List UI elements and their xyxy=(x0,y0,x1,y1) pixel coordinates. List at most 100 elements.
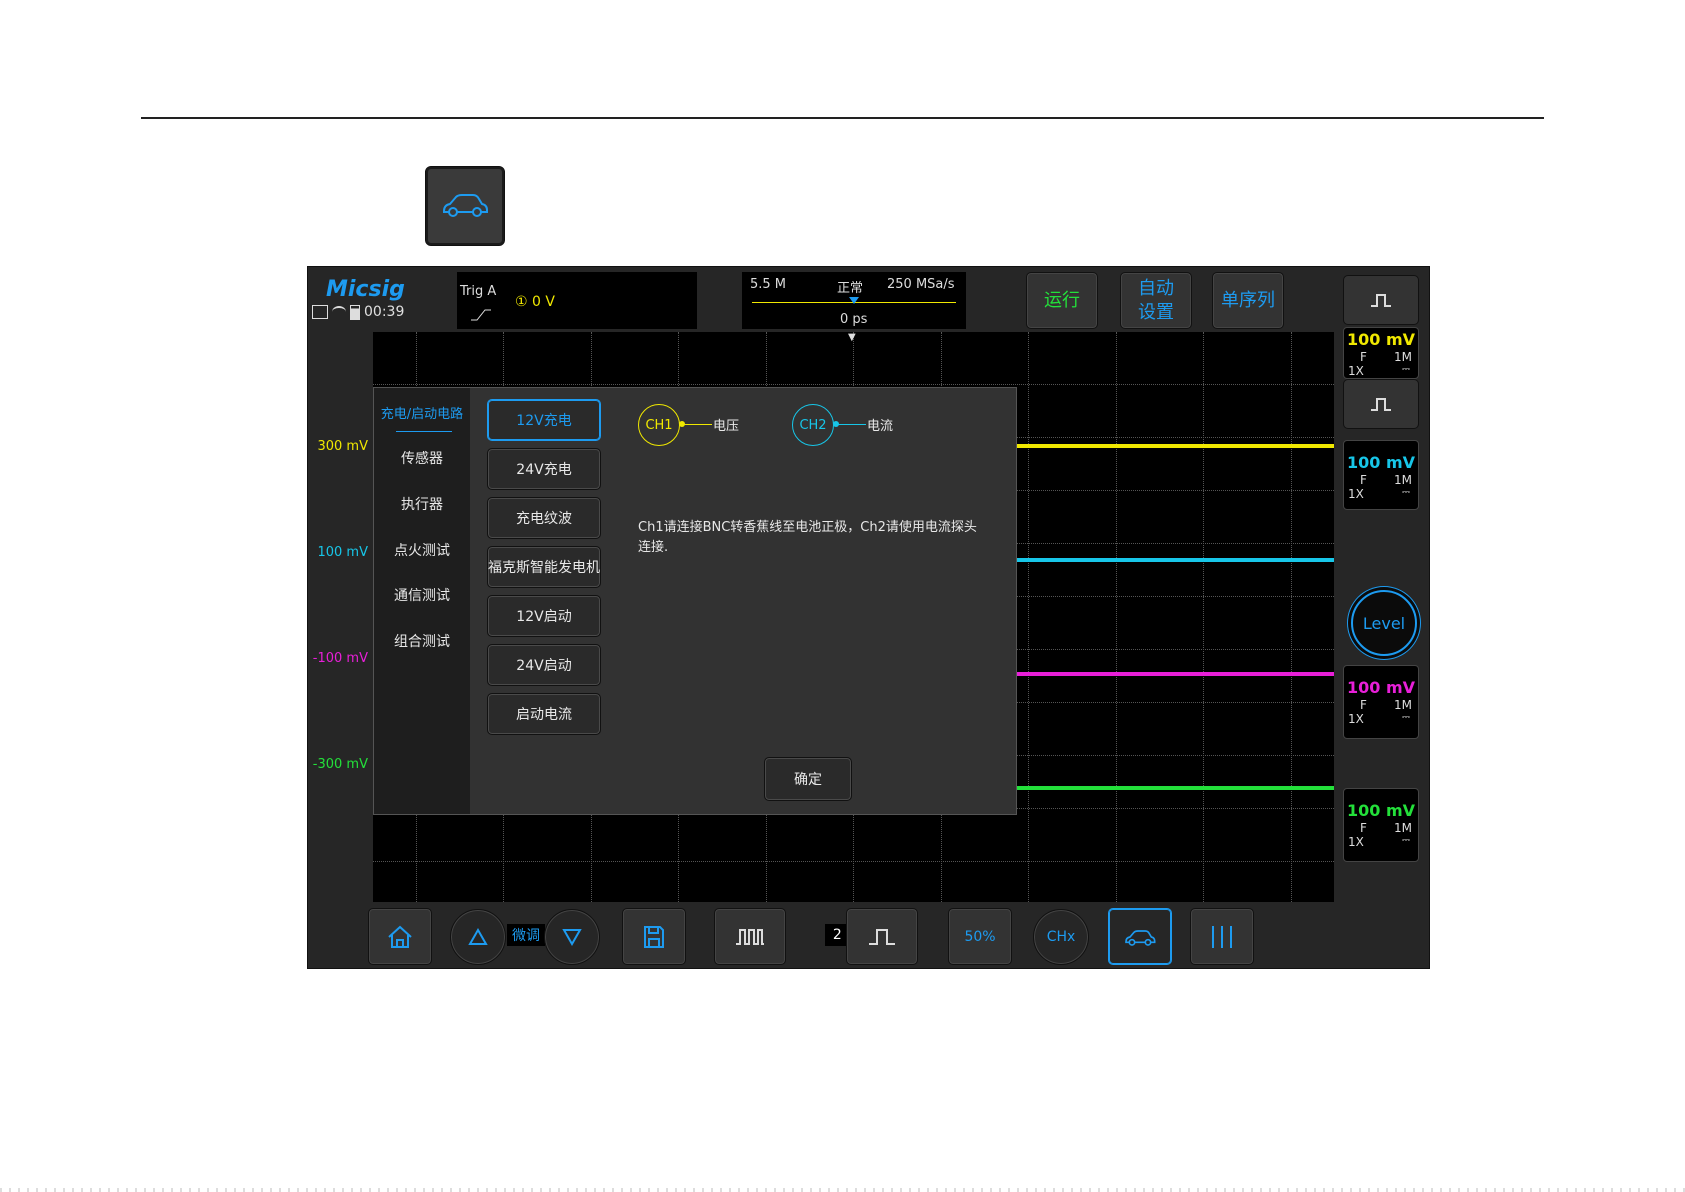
pulse-icon xyxy=(1371,398,1391,411)
option-ford-smart-alternator[interactable]: 福克斯智能发电机 xyxy=(487,546,601,588)
car-mode-key[interactable] xyxy=(425,166,505,246)
car-icon xyxy=(1125,929,1156,946)
channel-probe: 1X xyxy=(1348,712,1364,726)
category-charging-starting[interactable]: 充电/启动电路 xyxy=(374,403,470,422)
voltage-label: 100 mV xyxy=(317,545,368,560)
fifty-percent-button[interactable]: 50% xyxy=(948,908,1012,965)
time-position-marker xyxy=(849,297,859,304)
timebase-decrease-button[interactable] xyxy=(714,908,786,965)
trigger-label: Trig A xyxy=(460,284,497,299)
trigger-level: ① 0 V xyxy=(515,294,555,310)
trigger-panel[interactable]: Trig A ① 0 V xyxy=(457,272,697,329)
adjust-down-button[interactable] xyxy=(544,909,600,965)
channel-dc-symbol: ⎓ xyxy=(1402,712,1410,723)
auto-test-dialog: 充电/启动电路 传感器 执行器 点火测试 通信测试 组合测试 12V充电 24V… xyxy=(373,387,1017,815)
channel-coupling: F xyxy=(1360,698,1367,712)
brand-logo: Micsig xyxy=(326,277,405,302)
option-12v-charging[interactable]: 12V充电 xyxy=(487,399,601,441)
car-mode-button[interactable] xyxy=(1108,908,1172,965)
connection-instructions: Ch1请连接BNC转香蕉线至电池正极，Ch2请使用电流探头连接. xyxy=(638,520,977,555)
category-active-underline xyxy=(396,431,452,432)
voltage-label: -300 mV xyxy=(312,757,368,772)
channel-probe: 1X xyxy=(1348,487,1364,501)
timebase-increase-button[interactable] xyxy=(846,908,918,965)
oscilloscope-screen: Micsig 00:39 Trig A ① 0 V 5.5 M 正常 250 M… xyxy=(307,266,1430,969)
ch1-connector-line xyxy=(682,424,712,425)
status-bar: 00:39 xyxy=(312,304,404,320)
category-sensor[interactable]: 传感器 xyxy=(374,448,470,468)
channel-probe: 1X xyxy=(1348,835,1364,849)
ch2-pulse-button[interactable] xyxy=(1343,379,1419,429)
auto-setup-label: 自动 设置 xyxy=(1138,277,1174,323)
memory-depth: 5.5 M xyxy=(750,277,787,292)
channel-impedance: 1M xyxy=(1394,698,1412,712)
option-24v-charging[interactable]: 24V充电 xyxy=(487,448,601,490)
wifi-icon xyxy=(332,306,346,318)
ch1-pulse-button[interactable] xyxy=(1343,275,1419,325)
channel-dc-symbol: ⎓ xyxy=(1402,364,1410,375)
channel-select-button[interactable]: CHx xyxy=(1033,909,1089,965)
display-icon xyxy=(312,305,328,319)
triangle-down-icon xyxy=(562,929,582,946)
triangle-up-icon xyxy=(468,928,488,945)
single-sequence-button[interactable]: 单序列 xyxy=(1212,272,1284,329)
header-rule xyxy=(141,117,1544,119)
fine-adjust-label[interactable]: 微调 xyxy=(507,924,545,946)
home-button[interactable] xyxy=(368,908,432,965)
battery-icon xyxy=(350,304,360,320)
run-button[interactable]: 运行 xyxy=(1026,272,1098,329)
channel-dc-symbol: ⎓ xyxy=(1402,487,1410,498)
channel-scale: 100 mV xyxy=(1346,453,1416,472)
home-icon xyxy=(388,925,412,948)
sample-rate: 250 MSa/s xyxy=(887,277,955,292)
voltage-label: -100 mV xyxy=(312,651,368,666)
channel-scale: 100 mV xyxy=(1346,678,1416,697)
adjust-up-button[interactable] xyxy=(450,909,506,965)
category-ignition-test[interactable]: 点火测试 xyxy=(374,540,470,560)
cursor-lines-icon xyxy=(1212,925,1232,948)
option-starting-current[interactable]: 启动电流 xyxy=(487,693,601,735)
voltage-label: 300 mV xyxy=(317,439,368,454)
ch1-meaning: 电压 xyxy=(713,419,740,434)
ch3-scale-box[interactable]: 100 mV F 1M 1X ⎓ xyxy=(1343,665,1419,739)
time-position: 0 ps xyxy=(840,312,868,327)
trigger-position-icon: ▼ xyxy=(848,332,856,343)
single-pulse-icon xyxy=(869,928,895,945)
channel-panel: 100 mV F 1M 1X ⎓ 100 mV F 1M 1X ⎓ Level 100 mV F 1… xyxy=(1343,275,1419,965)
ch2-connector-line xyxy=(836,424,866,425)
ch2-meaning: 电流 xyxy=(867,419,894,434)
multi-pulse-icon xyxy=(736,928,764,945)
channel-coupling: F xyxy=(1360,821,1367,835)
category-combination-test[interactable]: 组合测试 xyxy=(374,631,470,651)
confirm-button[interactable]: 确定 xyxy=(764,757,852,801)
ch1-chip: CH1 xyxy=(638,404,680,446)
channel-impedance: 1M xyxy=(1394,473,1412,487)
channel-scale: 100 mV xyxy=(1346,330,1416,349)
level-button[interactable]: Level xyxy=(1351,590,1417,656)
ch2-scale-box[interactable]: 100 mV F 1M 1X ⎓ xyxy=(1343,440,1419,510)
channel-probe: 1X xyxy=(1348,364,1364,378)
timebar-panel[interactable]: 5.5 M 正常 250 MSa/s 0 ps xyxy=(742,272,966,329)
rising-edge-icon xyxy=(471,309,491,321)
option-24v-starting[interactable]: 24V启动 xyxy=(487,644,601,686)
option-charging-ripple[interactable]: 充电纹波 xyxy=(487,497,601,539)
ch2-chip: CH2 xyxy=(792,404,834,446)
category-actuator[interactable]: 执行器 xyxy=(374,494,470,514)
option-12v-starting[interactable]: 12V启动 xyxy=(487,595,601,637)
cursor-button[interactable] xyxy=(1190,908,1254,965)
page-footer-artifact xyxy=(0,1188,1685,1192)
channel-coupling: F xyxy=(1360,473,1367,487)
category-communication-test[interactable]: 通信测试 xyxy=(374,585,470,605)
channel-impedance: 1M xyxy=(1394,821,1412,835)
channel-impedance: 1M xyxy=(1394,350,1412,364)
channel-dc-symbol: ⎓ xyxy=(1402,835,1410,846)
ch1-scale-box[interactable]: 100 mV F 1M 1X ⎓ xyxy=(1343,327,1419,379)
auto-setup-button[interactable]: 自动 设置 xyxy=(1120,272,1192,329)
ch4-scale-box[interactable]: 100 mV F 1M 1X ⎓ xyxy=(1343,788,1419,862)
car-icon xyxy=(443,194,488,217)
channel-scale: 100 mV xyxy=(1346,801,1416,820)
channel-coupling: F xyxy=(1360,350,1367,364)
save-icon xyxy=(644,925,664,948)
clock: 00:39 xyxy=(364,304,405,320)
save-button[interactable] xyxy=(622,908,686,965)
